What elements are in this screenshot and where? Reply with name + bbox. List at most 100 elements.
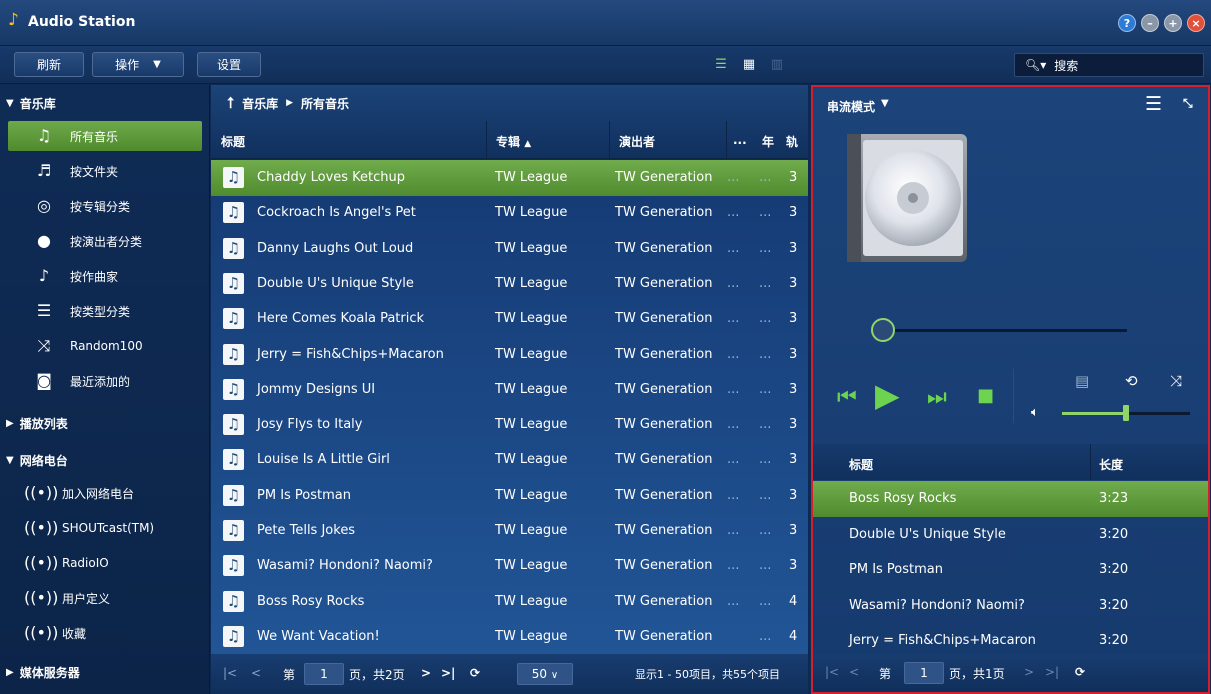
queue-row[interactable]: Boss Rosy Rocks 3:23 [813, 481, 1208, 517]
stream-mode-dropdown[interactable]: 串流模式 ▼ [827, 98, 889, 115]
queue-column-length[interactable]: 长度 [1099, 456, 1123, 473]
next-page-icon[interactable]: > [421, 666, 431, 680]
table-row[interactable]: ♫ Pete Tells Jokes TW League TW Generation.… [211, 513, 808, 549]
prev-page-icon[interactable]: < [849, 665, 859, 679]
column-artist[interactable]: 演出者 [619, 133, 655, 150]
sidebar-section-playlists[interactable]: ▶ 播放列表 [0, 408, 210, 438]
sidebar-item-label: 按专辑分类 [70, 199, 131, 214]
queue-length: 3:20 [1099, 597, 1129, 613]
table-row[interactable]: ♫ Louise Is A Little Girl TW League TW Gene… [211, 442, 808, 478]
column-year[interactable]: 年 [762, 133, 774, 150]
table-row[interactable]: ♫ PM Is Postman TW League TW Generation....… [211, 478, 808, 514]
sidebar-item-user-defined[interactable]: ((•)) 用户定义 [8, 583, 202, 613]
lyrics-icon[interactable]: ▤ [1075, 372, 1089, 390]
sidebar-item-random100[interactable]: ⤨ Random100 [8, 331, 202, 361]
queue-row[interactable]: PM Is Postman 3:20 [813, 552, 1208, 588]
queue-length: 3:20 [1099, 633, 1129, 648]
sidebar-item-all-music[interactable]: ♫ 所有音乐 [8, 121, 202, 151]
first-page-icon[interactable]: |< [825, 665, 839, 679]
sidebar-item-label: 按作曲家 [70, 269, 119, 284]
track-album: TW League [495, 558, 568, 574]
up-arrow-icon[interactable]: ⭡ [227, 94, 234, 112]
page-number-input[interactable]: 1 [904, 662, 944, 684]
sidebar-item-shoutcast[interactable]: ((•)) SHOUTcast(TM) [8, 513, 202, 543]
shuffle-icon: ⤨ [37, 336, 51, 355]
refresh-button[interactable]: 刷新 [14, 52, 84, 77]
reload-icon[interactable]: ⟳ [1075, 665, 1085, 679]
sidebar-item-by-folder[interactable]: ♬ 按文件夹 [8, 156, 202, 186]
column-title[interactable]: 标题 [221, 133, 245, 150]
track-title: Double U's Unique Style [257, 275, 414, 291]
page-number-input[interactable]: 1 [304, 663, 344, 685]
track-extra: ... [727, 558, 740, 574]
play-icon[interactable]: ▶ [875, 379, 900, 411]
maximize-button[interactable]: + [1164, 14, 1182, 32]
list-view-icon[interactable]: ☰ [710, 55, 732, 75]
search-input[interactable]: 🔍︎▾ 搜索 [1014, 53, 1204, 77]
shuffle-icon[interactable]: ⤨ [1170, 372, 1182, 390]
settings-button[interactable]: 设置 [197, 52, 261, 77]
column-album[interactable]: 专辑 ▲ [496, 133, 531, 150]
track-artist: TW Generation [615, 311, 713, 327]
sidebar-item-radioio[interactable]: ((•)) RadioIO [8, 548, 202, 578]
stop-icon[interactable]: ■ [977, 387, 994, 405]
last-page-icon[interactable]: >| [1045, 665, 1059, 679]
next-page-icon[interactable]: > [1024, 665, 1034, 679]
table-row[interactable]: ♫ Jerry = Fish&Chips+Macaron TW League TW G… [211, 337, 808, 373]
page-size-select[interactable]: 50 ∨ [517, 663, 573, 685]
column-more[interactable]: ... [733, 133, 747, 147]
pager-summary: 显示1 - 50项目，共55个项目 [635, 668, 780, 681]
collapse-player-icon[interactable]: ⤡ [1183, 96, 1193, 111]
sidebar-item-recently-added[interactable]: ◙ 最近添加的 [8, 366, 202, 396]
track-year: ... [759, 523, 772, 538]
repeat-icon[interactable]: ⟲ [1125, 372, 1138, 390]
sidebar-section-media-server[interactable]: ▶ 媒体服务器 [0, 657, 210, 687]
volume-handle[interactable] [1123, 405, 1129, 421]
seek-bar[interactable] [883, 329, 1127, 332]
first-page-icon[interactable]: |< [223, 666, 237, 680]
prev-page-icon[interactable]: < [251, 666, 261, 680]
coverflow-view-icon[interactable]: ▥ [766, 55, 788, 75]
table-row[interactable]: ♫ Jommy Designs UI TW League TW Generation.… [211, 372, 808, 408]
sidebar-item-by-composer[interactable]: ♪ 按作曲家 [8, 261, 202, 291]
sidebar-item-add-radio[interactable]: ((•)) 加入网络电台 [8, 478, 202, 508]
table-row[interactable]: ♫ Double U's Unique Style TW League TW Gene… [211, 266, 808, 302]
music-file-icon: ♫ [223, 414, 244, 436]
sidebar-section-library[interactable]: ▼ 音乐库 [0, 88, 210, 118]
table-row[interactable]: ♫ Here Comes Koala Patrick TW League TW Gen… [211, 301, 808, 337]
seek-handle[interactable] [871, 318, 895, 342]
breadcrumb-root[interactable]: 音乐库 [242, 95, 278, 112]
sidebar-item-by-genre[interactable]: ☰ 按类型分类 [8, 296, 202, 326]
track-number: 3 [789, 452, 798, 468]
minimize-button[interactable]: – [1141, 14, 1159, 32]
previous-track-icon[interactable]: ⏮ [837, 387, 857, 409]
reload-icon[interactable]: ⟳ [470, 666, 480, 680]
table-row[interactable]: ♫ Cockroach Is Angel's Pet TW League TW Gen… [211, 195, 808, 231]
action-dropdown[interactable]: 操作 ▼ [92, 52, 184, 77]
sidebar-item-by-artist[interactable]: ● 按演出者分类 [8, 226, 202, 256]
queue-row[interactable]: Double U's Unique Style 3:20 [813, 517, 1208, 553]
table-row[interactable]: ♫ Chaddy Loves Ketchup TW League TW Generat… [211, 160, 808, 196]
table-row[interactable]: ♫ Josy Flys to Italy TW League TW Generatio… [211, 407, 808, 443]
playlist-menu-icon[interactable]: ☰ [1145, 93, 1162, 115]
close-button[interactable]: × [1187, 14, 1205, 32]
volume-icon: 🔈︎ [1031, 405, 1039, 420]
queue-row[interactable]: Wasami? Hondoni? Naomi? 3:20 [813, 588, 1208, 624]
track-title: Josy Flys to Italy [257, 417, 363, 433]
table-row[interactable]: ♫ Wasami? Hondoni? Naomi? TW League TW Gene… [211, 548, 808, 584]
settings-label: 设置 [216, 58, 241, 72]
table-row[interactable]: ♫ Danny Laughs Out Loud TW League TW Genera… [211, 231, 808, 267]
column-track[interactable]: 轨 [786, 133, 798, 150]
help-button[interactable]: ? [1118, 14, 1136, 32]
thumbnail-view-icon[interactable]: ▦ [738, 55, 760, 75]
sidebar-item-favorites[interactable]: ((•)) 收藏 [8, 618, 202, 648]
table-row[interactable]: ♫ Boss Rosy Rocks TW League TW Generation..… [211, 584, 808, 620]
page-suffix: 页，共1页 [949, 667, 1005, 681]
next-track-icon[interactable]: ⏭ [927, 387, 947, 409]
queue-column-title[interactable]: 标题 [849, 456, 873, 473]
track-year: ... [759, 452, 772, 468]
last-page-icon[interactable]: >| [441, 666, 455, 680]
table-row[interactable]: ♫ We Want Vacation! TW League TW Generation… [211, 619, 808, 655]
sidebar-section-radio[interactable]: ▼ 网络电台 [0, 445, 210, 475]
sidebar-item-by-album[interactable]: ◎ 按专辑分类 [8, 191, 202, 221]
